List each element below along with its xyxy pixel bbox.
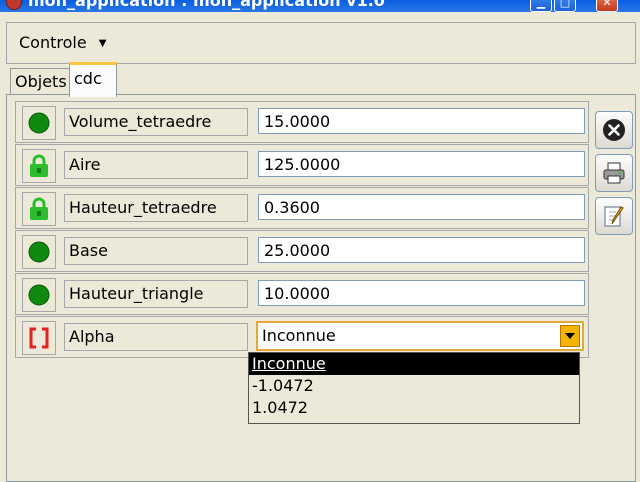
title-bar: mon_application : mon_application v1.0 ▁… — [0, 0, 640, 12]
alpha-dropdown-list: Inconnue -1.0472 1.0472 — [248, 352, 580, 424]
status-indicator — [22, 149, 56, 183]
param-label: Aire — [64, 151, 248, 179]
param-label: Hauteur_tetraedre — [64, 194, 248, 222]
circle-icon — [28, 112, 50, 134]
tab-objets[interactable]: Objets — [10, 68, 76, 95]
brackets-icon — [29, 327, 49, 349]
param-value-input[interactable] — [258, 151, 585, 177]
status-indicator — [22, 278, 56, 312]
edit-icon — [604, 206, 624, 227]
param-label: Alpha — [64, 323, 248, 351]
menu-controle-label: Controle — [19, 33, 87, 52]
circle-icon — [28, 241, 50, 263]
param-row-hauteur-tetraedre: Hauteur_tetraedre — [15, 187, 589, 229]
param-value-input[interactable] — [258, 194, 585, 220]
param-value-input[interactable] — [258, 280, 585, 306]
dropdown-option[interactable]: -1.0472 — [249, 375, 579, 397]
menu-controle[interactable]: Controle ▼ — [19, 32, 106, 54]
close-window-button[interactable]: ✕ — [596, 0, 618, 12]
alpha-select[interactable]: Inconnue — [256, 321, 584, 351]
param-row-base: Base — [15, 230, 589, 272]
chevron-down-icon — [565, 333, 575, 339]
dropdown-option[interactable]: 1.0472 — [249, 397, 579, 419]
param-label: Hauteur_triangle — [64, 280, 248, 308]
tab-objets-label: Objets — [15, 72, 67, 91]
edit-button[interactable] — [595, 197, 633, 235]
param-label: Volume_tetraedre — [64, 108, 248, 136]
printer-icon — [603, 162, 625, 184]
status-indicator — [22, 106, 56, 140]
print-button[interactable] — [595, 154, 633, 192]
circle-icon — [28, 284, 50, 306]
dropdown-arrow-icon: ▼ — [98, 38, 107, 49]
status-indicator — [22, 192, 56, 226]
app-icon — [6, 0, 22, 10]
param-row-volume-tetraedre: Volume_tetraedre — [15, 101, 589, 143]
stop-icon — [603, 119, 625, 141]
minimize-button[interactable]: ▁ — [530, 0, 552, 12]
dropdown-option[interactable]: Inconnue — [249, 353, 579, 375]
param-value-input[interactable] — [258, 108, 585, 134]
param-label: Base — [64, 237, 248, 265]
window-title: mon_application : mon_application v1.0 — [28, 0, 385, 10]
tab-cdc-label: cdc — [74, 69, 102, 88]
alpha-select-toggle[interactable] — [560, 325, 580, 347]
menu-bar: Controle ▼ — [6, 22, 636, 64]
alpha-select-value: Inconnue — [262, 326, 336, 345]
close-icon: ✕ — [602, 0, 612, 9]
param-row-hauteur-triangle: Hauteur_triangle — [15, 273, 589, 315]
param-row-aire: Aire — [15, 144, 589, 186]
status-indicator — [22, 235, 56, 269]
tab-cdc[interactable]: cdc — [69, 62, 117, 97]
maximize-button[interactable]: □ — [554, 0, 576, 12]
stop-button[interactable] — [595, 111, 633, 149]
status-indicator — [22, 321, 56, 355]
minimize-icon: ▁ — [536, 0, 546, 9]
maximize-icon: □ — [559, 0, 571, 9]
lock-icon — [30, 197, 48, 220]
lock-icon — [30, 154, 48, 177]
param-value-input[interactable] — [258, 237, 585, 263]
